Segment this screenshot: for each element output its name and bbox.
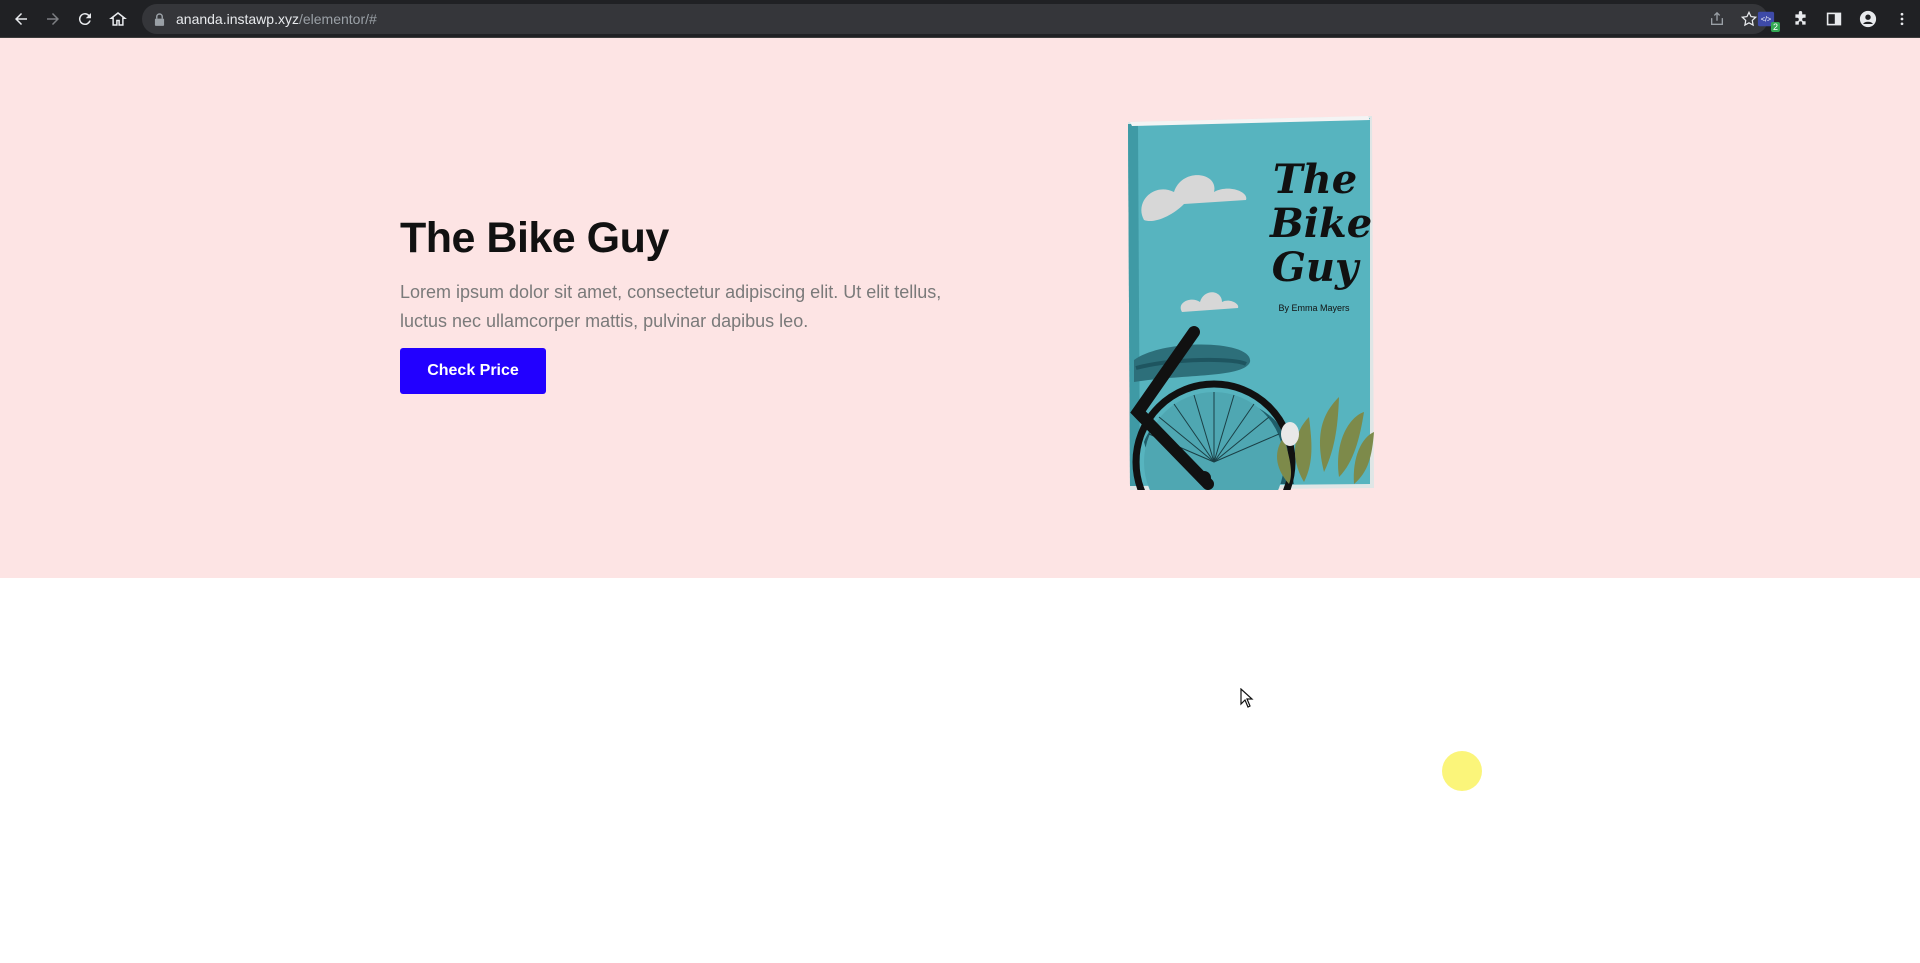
check-price-button[interactable]: Check Price [400,348,546,394]
extension-badge: 2 [1770,22,1780,32]
extension-icon[interactable]: </> 2 [1754,7,1780,32]
lock-icon [154,12,166,26]
profile-icon[interactable] [1856,7,1880,31]
svg-text:</>: </> [1761,15,1771,24]
url-text: ananda.instawp.xyz/elementor/# [176,11,377,27]
hero-title: The Bike Guy [400,214,669,262]
book-title-line: The [1272,156,1358,203]
share-icon[interactable] [1708,10,1726,28]
address-bar[interactable]: ananda.instawp.xyz/elementor/# [142,4,1768,34]
hero-section: The Bike Guy Lorem ipsum dolor sit amet,… [0,38,1920,578]
back-icon[interactable] [9,7,33,31]
url-host: ananda.instawp.xyz [176,11,299,27]
sidepanel-icon[interactable] [1822,7,1846,31]
book-title-line: Bike [1270,200,1373,247]
forward-icon[interactable] [41,7,65,31]
home-icon[interactable] [106,7,130,31]
puzzle-icon[interactable] [1788,7,1812,31]
book-cover-author: By Emma Mayers [1278,303,1350,313]
click-highlight [1442,751,1482,791]
mouse-cursor-icon [1240,688,1254,708]
book-cover-title: The Bike Guy [1270,156,1373,291]
browser-toolbar: ananda.instawp.xyz/elementor/# </> 2 [0,0,1920,38]
url-path: /elementor/# [298,11,377,27]
menu-icon[interactable] [1890,7,1914,31]
book-title-line: Guy [1271,244,1359,291]
reload-icon[interactable] [73,7,97,31]
hero-description: Lorem ipsum dolor sit amet, consectetur … [400,282,942,331]
